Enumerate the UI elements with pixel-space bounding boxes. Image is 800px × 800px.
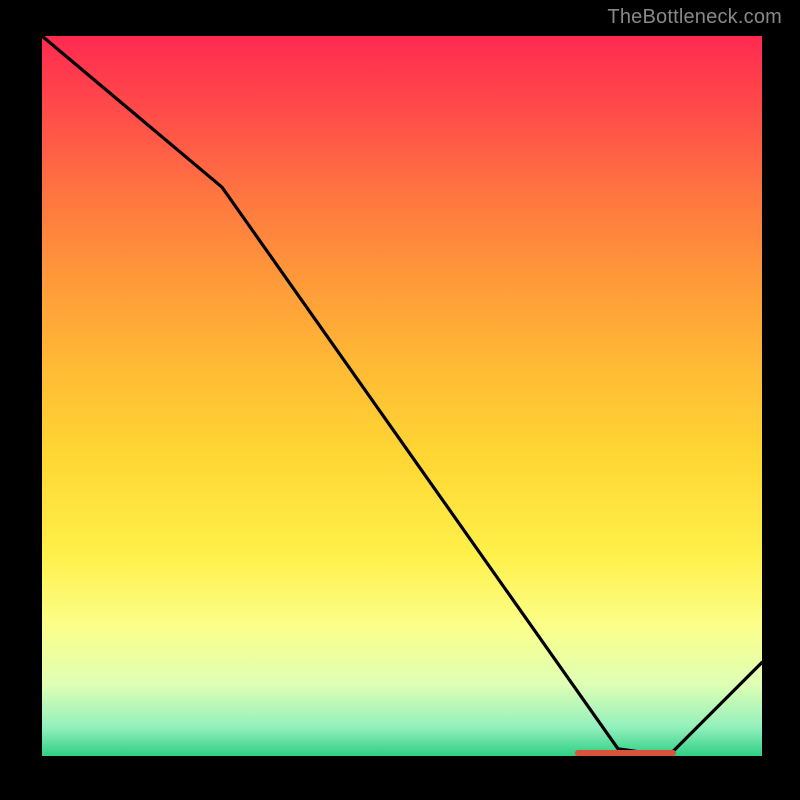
chart-container: TheBottleneck.com	[0, 0, 800, 800]
bottleneck-curve	[42, 36, 762, 756]
optimal-range-marker	[575, 750, 676, 756]
attribution-text: TheBottleneck.com	[607, 6, 782, 29]
